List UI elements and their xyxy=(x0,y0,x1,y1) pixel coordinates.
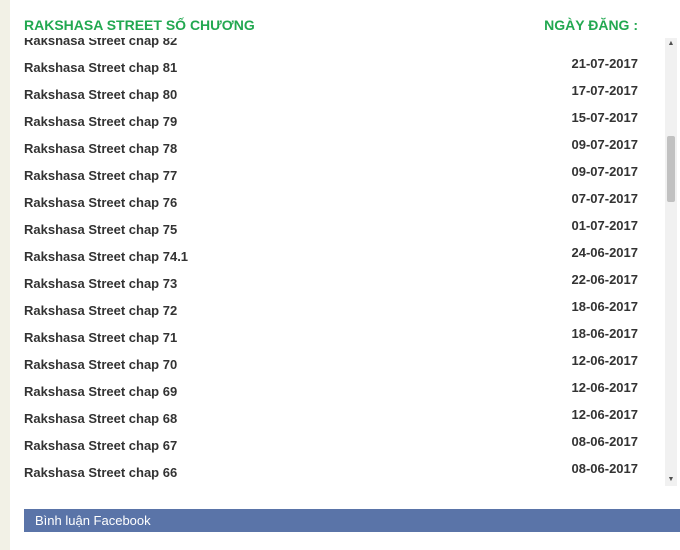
chapter-date: 07-07-2017 xyxy=(571,191,639,206)
chapter-row: Rakshasa Street chap 73 22-06-2017 xyxy=(24,270,638,297)
chapter-date: 24-06-2017 xyxy=(571,245,639,260)
chapter-list-header: RAKSHASA STREET SỐ CHƯƠNG NGÀY ĐĂNG : xyxy=(24,17,654,37)
chapter-link[interactable]: Rakshasa Street chap 75 xyxy=(24,222,177,237)
chapter-row: Rakshasa Street chap 69 12-06-2017 xyxy=(24,378,638,405)
chapter-date: 09-07-2017 xyxy=(571,137,639,152)
chapter-date: 08-06-2017 xyxy=(571,434,639,449)
chapter-date: 18-06-2017 xyxy=(571,326,639,341)
chapter-date: 22-06-2017 xyxy=(571,272,639,287)
chapter-row: Rakshasa Street chap 71 18-06-2017 xyxy=(24,324,638,351)
chapter-link[interactable]: Rakshasa Street chap 66 xyxy=(24,465,177,480)
chapter-link[interactable]: Rakshasa Street chap 74.1 xyxy=(24,249,188,264)
chapter-link[interactable]: Rakshasa Street chap 78 xyxy=(24,141,177,156)
chapter-row: Rakshasa Street chap 66 08-06-2017 xyxy=(24,459,638,486)
scroll-down-icon[interactable]: ▼ xyxy=(665,474,677,486)
chapter-link[interactable]: Rakshasa Street chap 72 xyxy=(24,303,177,318)
chapter-row: Rakshasa Street chap 75 01-07-2017 xyxy=(24,216,638,243)
chapter-link[interactable]: Rakshasa Street chap 79 xyxy=(24,114,177,129)
chapter-row: Rakshasa Street chap 72 18-06-2017 xyxy=(24,297,638,324)
chapter-date: 17-07-2017 xyxy=(571,83,639,98)
chapter-date: 12-06-2017 xyxy=(571,380,639,395)
chapter-link[interactable]: Rakshasa Street chap 73 xyxy=(24,276,177,291)
chapter-link[interactable]: Rakshasa Street chap 68 xyxy=(24,411,177,426)
chapter-row: Rakshasa Street chap 79 15-07-2017 xyxy=(24,108,638,135)
chapter-row: Rakshasa Street chap 70 12-06-2017 xyxy=(24,351,638,378)
chapter-link[interactable]: Rakshasa Street chap 81 xyxy=(24,60,177,75)
chapter-link[interactable]: Rakshasa Street chap 80 xyxy=(24,87,177,102)
chapter-column-title: RAKSHASA STREET SỐ CHƯƠNG xyxy=(24,17,255,33)
chapter-link[interactable]: Rakshasa Street chap 76 xyxy=(24,195,177,210)
chapter-link[interactable]: Rakshasa Street chap 71 xyxy=(24,330,177,345)
chapter-link[interactable]: Rakshasa Street chap 82 xyxy=(24,38,177,48)
chapter-row: Rakshasa Street chap 67 08-06-2017 xyxy=(24,432,638,459)
chapter-date: 12-06-2017 xyxy=(571,407,639,422)
chapter-link[interactable]: Rakshasa Street chap 67 xyxy=(24,438,177,453)
chapter-link[interactable]: Rakshasa Street chap 77 xyxy=(24,168,177,183)
chapter-link[interactable]: Rakshasa Street chap 69 xyxy=(24,384,177,399)
facebook-comments-label: Bình luận Facebook xyxy=(35,513,151,528)
date-column-title: NGÀY ĐĂNG : xyxy=(544,17,638,33)
chapter-link[interactable]: Rakshasa Street chap 70 xyxy=(24,357,177,372)
facebook-comments-bar[interactable]: Bình luận Facebook xyxy=(24,509,680,532)
chapter-row: Rakshasa Street chap 80 17-07-2017 xyxy=(24,81,638,108)
chapter-list: Rakshasa Street chap 82 Rakshasa Street c… xyxy=(24,38,638,486)
chapter-panel: RAKSHASA STREET SỐ CHƯƠNG NGÀY ĐĂNG : Ra… xyxy=(10,0,680,550)
scroll-thumb[interactable] xyxy=(667,136,675,202)
scroll-up-icon[interactable]: ▲ xyxy=(665,38,677,50)
chapter-row: Rakshasa Street chap 81 21-07-2017 xyxy=(24,54,638,81)
chapter-date: 15-07-2017 xyxy=(571,110,639,125)
chapter-row: Rakshasa Street chap 78 09-07-2017 xyxy=(24,135,638,162)
chapter-date: 01-07-2017 xyxy=(571,218,639,233)
chapter-date: 09-07-2017 xyxy=(571,164,639,179)
chapter-date: 12-06-2017 xyxy=(571,353,639,368)
chapter-row: Rakshasa Street chap 74.1 24-06-2017 xyxy=(24,243,638,270)
chapter-date: 21-07-2017 xyxy=(571,56,639,71)
chapter-date: 08-06-2017 xyxy=(571,461,639,476)
chapter-row: Rakshasa Street chap 76 07-07-2017 xyxy=(24,189,638,216)
chapter-date: 18-06-2017 xyxy=(571,299,639,314)
chapter-row: Rakshasa Street chap 82 xyxy=(24,38,638,54)
chapter-row: Rakshasa Street chap 77 09-07-2017 xyxy=(24,162,638,189)
chapter-row: Rakshasa Street chap 68 12-06-2017 xyxy=(24,405,638,432)
chapter-list-viewport[interactable]: Rakshasa Street chap 82 Rakshasa Street c… xyxy=(24,38,664,486)
chapter-list-scrollbar[interactable]: ▲ ▼ xyxy=(665,38,677,486)
